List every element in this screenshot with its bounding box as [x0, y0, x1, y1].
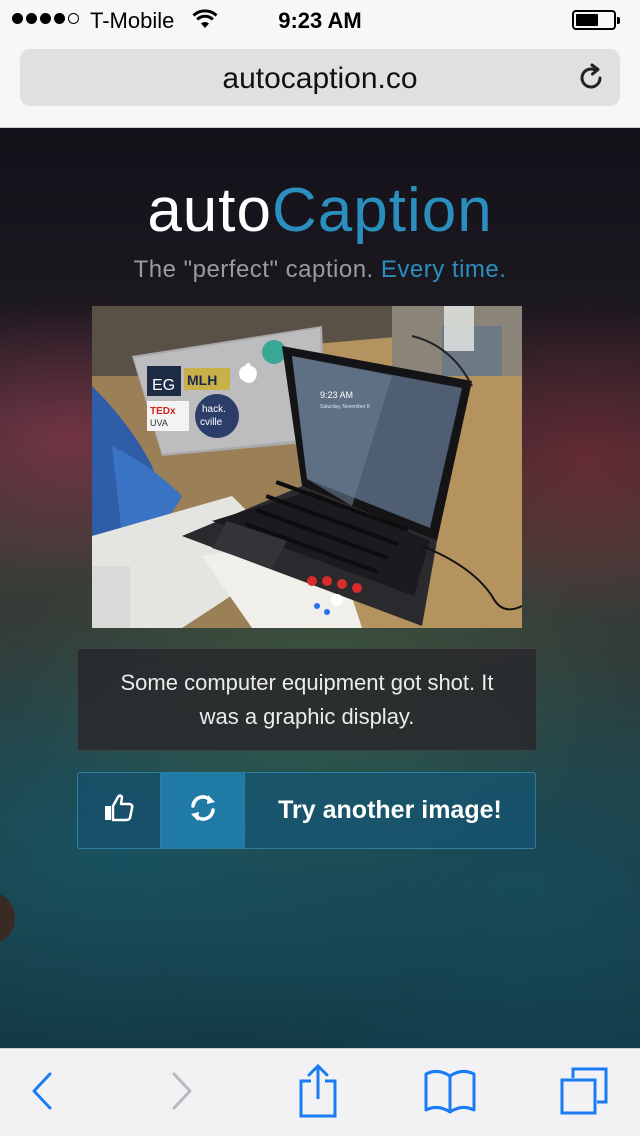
- reload-icon[interactable]: [576, 63, 606, 93]
- share-icon: [298, 1063, 338, 1124]
- sticker-eg: EG: [152, 377, 175, 394]
- like-button[interactable]: [78, 773, 161, 848]
- refresh-icon: [188, 793, 218, 828]
- tabs-icon: [559, 1066, 609, 1121]
- tagline: The "perfect" caption. Every time.: [0, 256, 640, 284]
- web-content: autoCaption The "perfect" caption. Every…: [0, 128, 640, 1048]
- logo-text-caption: Caption: [271, 176, 493, 245]
- screen: T-Mobile 9:23 AM autocaption.co autoCapt…: [0, 0, 640, 1136]
- browser-address-area: autocaption.co: [0, 40, 640, 128]
- thumbs-up-icon: [104, 794, 134, 827]
- bookmarks-button[interactable]: [420, 1049, 480, 1136]
- url-text: autocaption.co: [222, 62, 418, 95]
- battery-icon: [572, 10, 620, 30]
- forward-button[interactable]: [152, 1049, 212, 1136]
- back-arrow-icon: [30, 1071, 54, 1116]
- sticker-uva: UVA: [150, 418, 168, 428]
- try-another-image-button[interactable]: Try another image!: [245, 773, 535, 848]
- finger-shadow: [0, 893, 15, 943]
- back-button[interactable]: [12, 1049, 72, 1136]
- bookmarks-icon: [424, 1068, 476, 1119]
- site-logo[interactable]: autoCaption: [0, 180, 640, 242]
- laptop-screen-time: 9:23 AM: [320, 390, 353, 400]
- browser-toolbar: [0, 1048, 640, 1136]
- logo-text-auto: auto: [147, 176, 272, 245]
- action-button-group: Try another image!: [77, 772, 536, 849]
- tabs-button[interactable]: [552, 1049, 616, 1136]
- laptop-screen-date: Saturday, November 8: [320, 404, 370, 410]
- sticker-cville: cville: [200, 417, 223, 428]
- caption-box: Some computer equipment got shot. It was…: [77, 648, 537, 751]
- sticker-mlh: MLH: [187, 372, 217, 388]
- refresh-caption-button[interactable]: [161, 773, 245, 848]
- status-time: 9:23 AM: [278, 8, 362, 33]
- address-bar[interactable]: autocaption.co: [20, 49, 620, 106]
- tagline-prefix: The "perfect" caption.: [133, 256, 374, 283]
- tagline-suffix: Every time.: [380, 256, 507, 283]
- sticker-hack: hack.: [202, 404, 226, 415]
- caption-text: Some computer equipment got shot. It was…: [120, 669, 494, 729]
- sticker-ted: TEDx: [150, 406, 176, 417]
- caption-photo: EG MLH TEDx UVA hack. cville 9:23 AM Sat…: [92, 306, 522, 628]
- forward-arrow-icon: [170, 1071, 194, 1116]
- share-button[interactable]: [288, 1049, 348, 1136]
- status-bar: T-Mobile 9:23 AM: [0, 0, 640, 40]
